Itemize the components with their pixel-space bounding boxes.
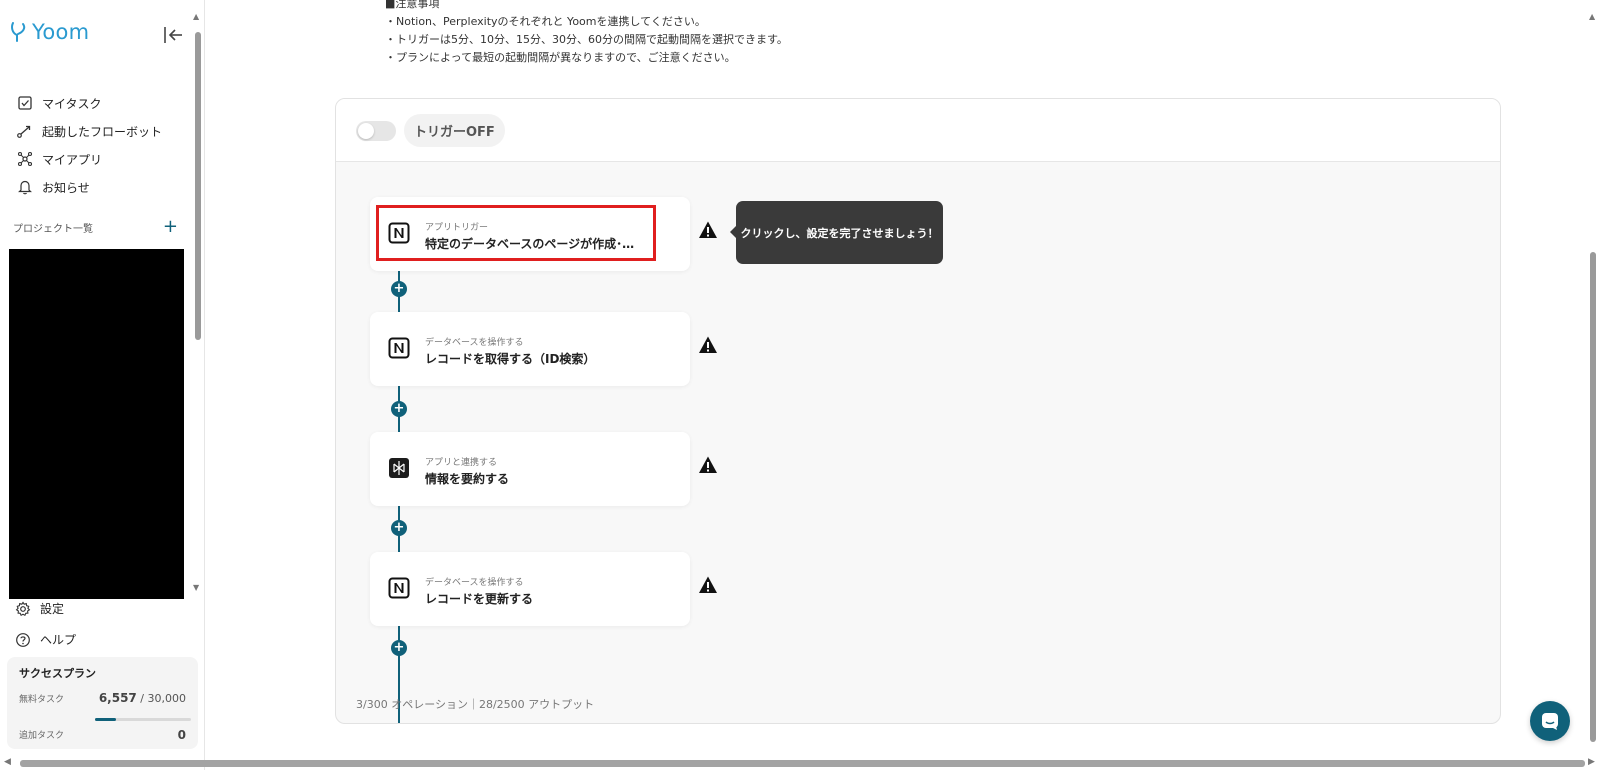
notes-line: ・Notion、Perplexityのそれぞれと Yoomを連携してください。 [385,15,706,28]
step-subtitle: アプリと連携する [425,458,498,468]
flow-header: トリガーOFF [336,99,1500,162]
scroll-right-icon[interactable]: ▶ [1588,757,1595,767]
main-nav: マイタスク 起動したフローボット マイアプリ お知らせ [16,89,162,201]
add-step-button[interactable]: + [391,281,407,297]
step-title: 特定のデータベースのページが作成･… [425,237,635,251]
toggle-knob [358,123,374,139]
notion-icon [388,577,410,599]
nav-item-settings[interactable]: 設定 [14,593,76,624]
extra-task-row: 追加タスク 0 [19,728,186,742]
setup-tooltip: クリックし、設定を完了させましょう！ [730,201,943,264]
flow-step-get-record[interactable]: データベースを操作する レコードを取得する（ID検索） [370,312,690,386]
nav-item-label: お知らせ [42,180,90,195]
notion-icon [388,337,410,359]
gear-icon [14,600,32,618]
projects-label: プロジェクト一覧 [13,223,93,235]
extra-task-label: 追加タスク [19,731,65,741]
add-step-button[interactable]: + [391,520,407,536]
flow-step-summarize[interactable]: アプリと連携する 情報を要約する [370,432,690,506]
flow-step-update-record[interactable]: データベースを操作する レコードを更新する [370,552,690,626]
main-scroll-up-icon[interactable]: ▲ [1589,12,1595,21]
horizontal-scrollbar[interactable] [20,760,1585,767]
nav-item-label: 設定 [40,602,65,616]
main-vertical-scrollbar[interactable] [1590,252,1596,742]
warning-icon [699,576,717,593]
nav-item-label: マイタスク [42,96,102,111]
help-circle-icon [14,631,32,649]
logo-text: Yoom [32,20,90,44]
add-project-button[interactable]: + [163,218,178,236]
extra-task-value: 0 [177,728,186,742]
free-task-total: / 30,000 [136,692,186,705]
warning-icon [699,336,717,353]
bottom-nav: 設定 ヘルプ [14,593,76,655]
bell-icon [16,178,34,196]
route-icon [16,122,34,140]
step-subtitle: データベースを操作する [425,578,524,588]
highlight-box [376,205,656,261]
free-task-row: 無料タスク 6,557 / 30,000 [19,691,186,705]
nav-item-my-apps[interactable]: マイアプリ [16,145,162,173]
checkbox-icon [16,94,34,112]
free-task-used: 6,557 [98,691,137,705]
free-task-label: 無料タスク [19,695,65,705]
sidebar-scroll-up-icon[interactable]: ▲ [193,12,199,21]
usage-footer: 3/300 オペレーション｜28/2500 アウトプット [356,698,595,711]
projects-header: プロジェクト一覧 + [13,218,178,236]
free-task-value: 6,557 / 30,000 [99,691,186,705]
notes-line: ■注意事項 [385,0,440,10]
chat-support-button[interactable] [1530,701,1570,741]
warning-icon [699,221,717,238]
perplexity-icon [389,458,409,478]
free-task-progress [95,718,191,721]
yoom-logo[interactable]: Yoom [10,20,89,44]
notes-line: ・プランによって最短の起動間隔が異なりますので、ご注意ください。 [385,51,736,64]
chat-icon [1542,713,1558,730]
step-subtitle: データベースを操作する [425,338,524,348]
flowbot-card: トリガーOFF アプリトリガー 特定のデータベースのページが作成･… + データ… [335,98,1501,724]
sidebar: Yoom マイタスク 起動したフローボット マイアプリ お知らせ プロジェクト一… [0,0,205,770]
nav-item-help[interactable]: ヘルプ [14,624,76,655]
notion-icon [388,222,410,244]
collapse-sidebar-icon[interactable] [162,24,184,46]
free-task-progress-fill [95,718,116,721]
nav-item-my-tasks[interactable]: マイタスク [16,89,162,117]
yoom-logo-icon [11,22,26,42]
nav-item-label: マイアプリ [42,152,103,167]
nav-item-flowbots[interactable]: 起動したフローボット [16,117,162,145]
warning-icon [699,456,717,473]
step-subtitle: アプリトリガー [425,223,489,233]
step-title: 情報を要約する [425,472,510,486]
add-step-button[interactable]: + [391,401,407,417]
apps-network-icon [16,150,34,168]
trigger-toggle[interactable] [356,121,396,141]
sidebar-scroll-down-icon[interactable]: ▼ [193,583,199,592]
plan-title: サクセスプラン [19,667,96,680]
project-list[interactable] [9,249,184,599]
trigger-status-label: トリガーOFF [404,114,505,147]
nav-item-notifications[interactable]: お知らせ [16,173,162,201]
nav-item-label: 起動したフローボット [42,124,163,139]
sidebar-scrollbar[interactable] [195,32,201,340]
plan-card: サクセスプラン 無料タスク 6,557 / 30,000 追加タスク 0 [7,657,198,749]
add-step-button[interactable]: + [391,640,407,656]
notes-section: ■注意事項 ・Notion、Perplexityのそれぞれと Yoomを連携して… [385,0,788,67]
step-title: レコードを更新する [425,592,534,606]
flow-step-trigger[interactable]: アプリトリガー 特定のデータベースのページが作成･… [370,197,690,271]
scroll-left-icon[interactable]: ◀ [4,757,11,767]
notes-line: ・トリガーは5分、10分、15分、30分、60分の間隔で起動間隔を選択できます。 [385,33,788,46]
step-title: レコードを取得する（ID検索） [425,352,596,366]
nav-item-label: ヘルプ [40,633,77,647]
